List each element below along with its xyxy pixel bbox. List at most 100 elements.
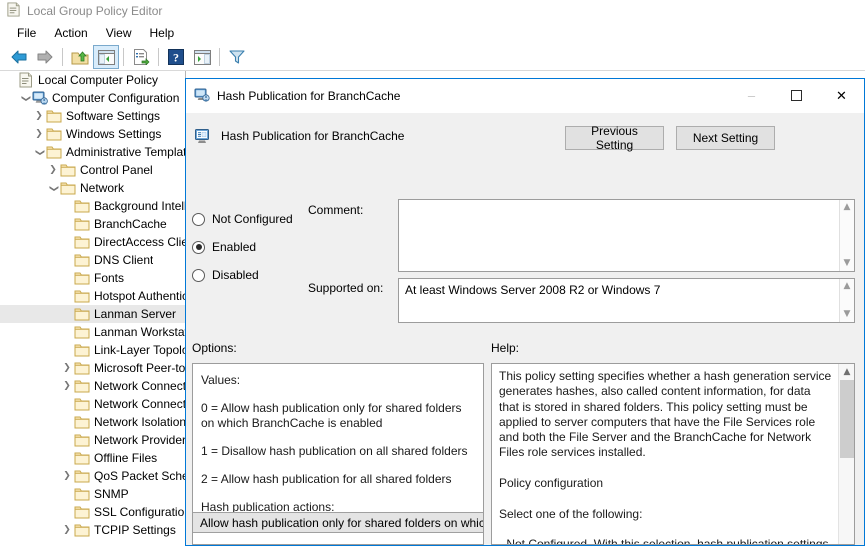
tree-item-lanman-server[interactable]: Lanman Server (0, 305, 185, 323)
chevron-right-icon[interactable]: ❯ (46, 161, 60, 179)
tree-item-qos-packet-scheduler[interactable]: ❯ QoS Packet Scheduler (0, 467, 185, 485)
chevron-down-icon[interactable]: ▼ (844, 256, 851, 271)
minimize-button[interactable]: – (729, 79, 774, 112)
combobox-value: Allow hash publication only for shared f… (200, 515, 483, 530)
tree-item-fonts[interactable]: Fonts (0, 269, 185, 287)
options-value-line: 2 = Allow hash publication for all share… (201, 472, 452, 486)
tree-item-software-settings[interactable]: ❯ Software Settings (0, 107, 185, 125)
tree-item-ssl-configuration-settings[interactable]: SSL Configuration Settings (0, 503, 185, 521)
forward-button[interactable] (32, 45, 58, 69)
chevron-right-icon[interactable]: ❯ (60, 521, 74, 539)
chevron-up-icon[interactable]: ▲ (839, 367, 854, 377)
tree-item-label: DirectAccess Client Experience Settings (94, 235, 185, 249)
computer-icon (32, 90, 48, 106)
dialog-body: Hash Publication for BranchCache Previou… (186, 113, 864, 545)
chevron-up-icon[interactable]: ▲ (844, 200, 851, 215)
chevron-right-icon[interactable]: ❯ (32, 125, 46, 143)
tree-item-microsoft-peer-to-peer-networking-services[interactable]: ❯ Microsoft Peer-to-Peer Networking Servi… (0, 359, 185, 377)
tree-item-label: Network Isolation (94, 415, 185, 429)
tree-item-local-computer-policy[interactable]: Local Computer Policy (0, 71, 185, 89)
toolbar: ? (0, 44, 865, 71)
policy-setting-icon (195, 128, 212, 148)
dialog-header-name: Hash Publication for BranchCache (221, 129, 405, 143)
help-button[interactable]: ? (163, 45, 189, 69)
tree-item-label: SNMP (94, 487, 129, 501)
comment-input[interactable]: ▲ ▼ (398, 199, 855, 272)
chevron-down-icon[interactable]: ▼ (844, 307, 851, 322)
scrollbar-thumb[interactable] (840, 380, 854, 458)
hash-publication-actions-combobox[interactable]: Allow hash publication only for shared f… (193, 512, 483, 533)
tree-item-label: Software Settings (66, 109, 161, 123)
dialog-titlebar[interactable]: Hash Publication for BranchCache – ✕ (186, 79, 864, 113)
tree-item-computer-configuration[interactable]: ❯ Computer Configuration (0, 89, 185, 107)
tree-item-windows-settings[interactable]: ❯ Windows Settings (0, 125, 185, 143)
properties-button[interactable] (128, 45, 154, 69)
show-hide-action-pane-button[interactable] (189, 45, 215, 69)
tree-item-control-panel[interactable]: ❯ Control Panel (0, 161, 185, 179)
tree-item-network-isolation[interactable]: Network Isolation (0, 413, 185, 431)
chevron-right-icon[interactable]: ❯ (60, 377, 74, 395)
chevron-right-icon[interactable]: ❯ (60, 359, 74, 377)
filter-button[interactable] (224, 45, 250, 69)
tree-item-network-connectivity-status-indicator[interactable]: Network Connectivity Status Indicator (0, 395, 185, 413)
chevron-up-icon[interactable]: ▲ (844, 279, 851, 294)
tree-item-tcpip-settings[interactable]: ❯ TCPIP Settings (0, 521, 185, 539)
tree-item-offline-files[interactable]: Offline Files (0, 449, 185, 467)
back-button[interactable] (6, 45, 32, 69)
radio-enabled[interactable]: Enabled (192, 233, 332, 261)
chevron-down-icon[interactable]: ❯ (46, 179, 60, 197)
chevron-down-icon[interactable]: ❯ (18, 89, 32, 107)
menu-view[interactable]: View (97, 24, 141, 42)
menu-action[interactable]: Action (45, 24, 96, 42)
tree-item-label: Administrative Templates (66, 145, 185, 159)
folder-icon (74, 486, 90, 502)
previous-setting-button[interactable]: Previous Setting (565, 124, 664, 152)
options-panel[interactable]: Values: 0 = Allow hash publication only … (192, 363, 484, 545)
chevron-down-icon[interactable]: ❯ (32, 143, 46, 161)
tree-item-directaccess-client-experience-settings[interactable]: DirectAccess Client Experience Settings (0, 233, 185, 251)
up-one-level-button[interactable] (67, 45, 93, 69)
console-document-icon (6, 2, 21, 20)
supported-on-label: Supported on: (308, 281, 384, 295)
toolbar-separator (62, 48, 63, 66)
tree-item-label: BranchCache (94, 217, 167, 231)
console-tree[interactable]: Local Computer Policy ❯ Computer Configura… (0, 71, 186, 546)
options-value-line: 1 = Disallow hash publication on all sha… (201, 444, 468, 458)
close-button[interactable]: ✕ (819, 79, 864, 112)
tree-item-lanman-workstation[interactable]: Lanman Workstation (0, 323, 185, 341)
help-scrollbar[interactable]: ▲ (838, 364, 854, 544)
show-hide-console-tree-button[interactable] (93, 45, 119, 69)
next-setting-button[interactable]: Next Setting (676, 126, 775, 150)
tree-item-administrative-templates[interactable]: ❯ Administrative Templates (0, 143, 185, 161)
comment-scrollbar[interactable]: ▲ ▼ (839, 200, 854, 271)
radio-label: Not Configured (212, 212, 293, 226)
svg-text:?: ? (173, 51, 179, 65)
chevron-right-icon[interactable]: ❯ (32, 107, 46, 125)
menu-file[interactable]: File (8, 24, 45, 42)
tree-item-snmp[interactable]: SNMP (0, 485, 185, 503)
menu-help[interactable]: Help (141, 24, 184, 42)
folder-icon (74, 324, 90, 340)
tree-item-hotspot-authentication[interactable]: Hotspot Authentication (0, 287, 185, 305)
tree-item-label: Control Panel (80, 163, 153, 177)
maximize-button[interactable] (774, 79, 819, 112)
chevron-right-icon[interactable]: ❯ (60, 467, 74, 485)
tree-item-network[interactable]: ❯ Network (0, 179, 185, 197)
tree-item-network-connections[interactable]: ❯ Network Connections (0, 377, 185, 395)
tree-item-dns-client[interactable]: DNS Client (0, 251, 185, 269)
tree-item-link-layer-topology-discovery[interactable]: Link-Layer Topology Discovery (0, 341, 185, 359)
supported-on-scrollbar[interactable]: ▲ ▼ (839, 279, 854, 322)
help-panel[interactable]: This policy setting specifies whether a … (491, 363, 855, 545)
dialog-title: Hash Publication for BranchCache (217, 89, 401, 103)
tree-item-background-intelligent-transfer-service-bits[interactable]: Background Intelligent Transfer Service … (0, 197, 185, 215)
tree-item-network-provider[interactable]: Network Provider (0, 431, 185, 449)
tree-item-label: DNS Client (94, 253, 154, 267)
tree-item-label: Network Connections (94, 379, 185, 393)
tree-item-branchcache[interactable]: BranchCache (0, 215, 185, 233)
